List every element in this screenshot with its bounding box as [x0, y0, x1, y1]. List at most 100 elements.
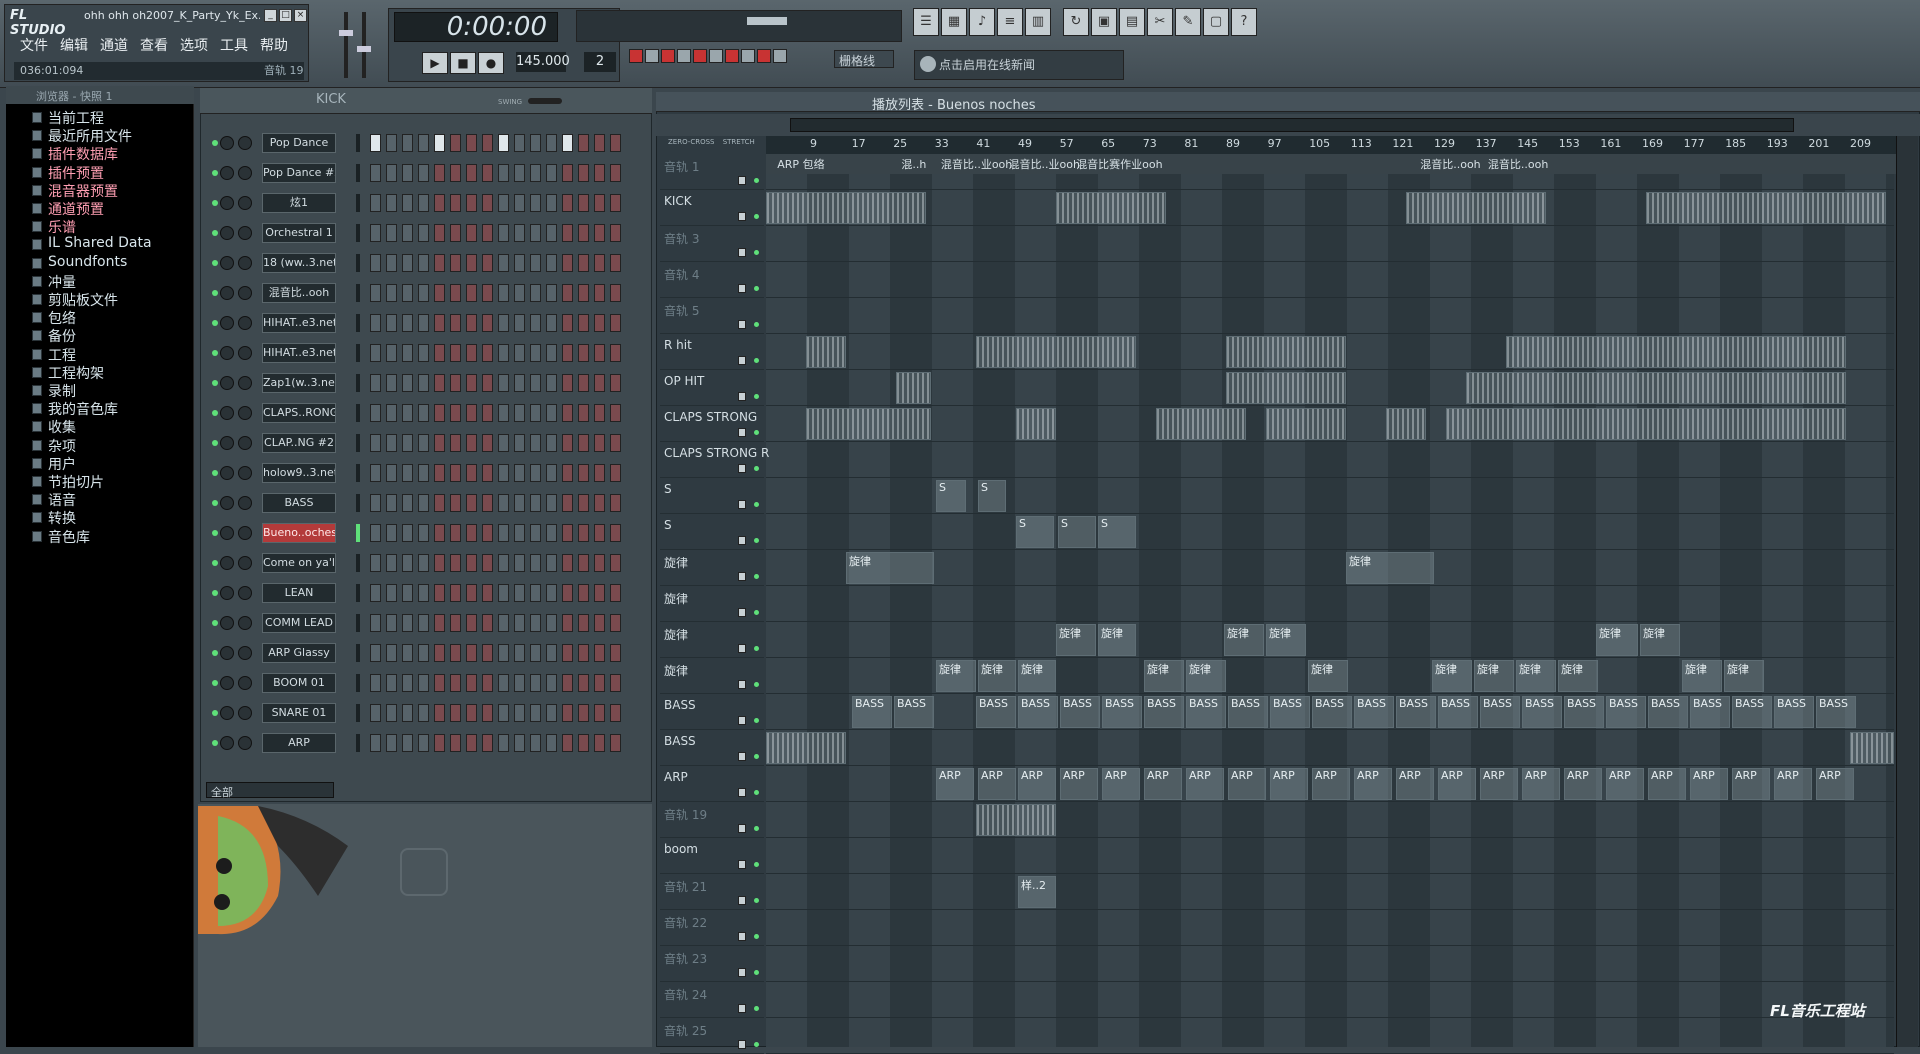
channel-pan-knob[interactable]: [220, 256, 234, 270]
step-button[interactable]: [610, 704, 621, 722]
step-button[interactable]: [562, 254, 573, 272]
step-button[interactable]: [498, 434, 509, 452]
step-button[interactable]: [562, 164, 573, 182]
lock-icon[interactable]: [738, 824, 746, 833]
channel-volume-knob[interactable]: [238, 436, 252, 450]
step-button[interactable]: [434, 704, 445, 722]
pattern-clip[interactable]: 旋律: [936, 660, 976, 692]
step-button[interactable]: [466, 374, 477, 392]
step-button[interactable]: [562, 614, 573, 632]
channel-mute-led[interactable]: [212, 140, 218, 146]
browser-icon[interactable]: ≡: [997, 8, 1023, 36]
step-button[interactable]: [482, 374, 493, 392]
step-button[interactable]: [562, 524, 573, 542]
pattern-clip[interactable]: [976, 804, 1056, 836]
pattern-clip[interactable]: BASS: [1060, 696, 1100, 728]
step-button[interactable]: [466, 194, 477, 212]
pattern-clip[interactable]: 旋律: [1724, 660, 1764, 692]
step-button[interactable]: [386, 434, 397, 452]
pattern-clip[interactable]: [1056, 192, 1166, 224]
step-button[interactable]: [482, 434, 493, 452]
channel-pan-knob[interactable]: [220, 466, 234, 480]
pattern-clip[interactable]: ARP: [978, 768, 1016, 800]
mode-toggle-icon[interactable]: [677, 49, 691, 63]
track-header[interactable]: BASS: [660, 694, 764, 730]
snap-select[interactable]: 栅格线: [834, 50, 894, 68]
step-button[interactable]: [514, 614, 525, 632]
channel-pan-knob[interactable]: [220, 646, 234, 660]
step-button[interactable]: [434, 164, 445, 182]
mixer-icon[interactable]: ▥: [1025, 8, 1051, 36]
browser-item[interactable]: 音色库: [12, 527, 192, 547]
step-button[interactable]: [514, 284, 525, 302]
step-button[interactable]: [546, 284, 557, 302]
channel-row[interactable]: HIHAT..e3.net): [208, 342, 648, 366]
channel-select-bar[interactable]: [356, 404, 360, 422]
browser-item[interactable]: 包络: [12, 308, 192, 328]
step-button[interactable]: [578, 734, 589, 752]
step-button[interactable]: [370, 164, 381, 182]
lock-icon[interactable]: [738, 860, 746, 869]
channel-row[interactable]: SNARE 01: [208, 702, 648, 726]
channel-pan-knob[interactable]: [220, 616, 234, 630]
pattern-clip[interactable]: BASS: [1102, 696, 1142, 728]
channel-mute-led[interactable]: [212, 590, 218, 596]
step-button[interactable]: [450, 404, 461, 422]
step-button[interactable]: [546, 524, 557, 542]
pattern-clip[interactable]: [1386, 408, 1426, 440]
track-enable-led[interactable]: [754, 754, 759, 759]
step-button[interactable]: [610, 194, 621, 212]
lock-icon[interactable]: [738, 428, 746, 437]
track-lane[interactable]: [766, 190, 1894, 226]
track-enable-led[interactable]: [754, 502, 759, 507]
step-button[interactable]: [434, 494, 445, 512]
channel-select-bar[interactable]: [356, 554, 360, 572]
step-button[interactable]: [610, 314, 621, 332]
track-lane[interactable]: [766, 838, 1894, 874]
step-button[interactable]: [482, 704, 493, 722]
step-button[interactable]: [434, 434, 445, 452]
step-button[interactable]: [498, 284, 509, 302]
step-button[interactable]: [530, 254, 541, 272]
step-button[interactable]: [370, 554, 381, 572]
step-button[interactable]: [450, 554, 461, 572]
step-button[interactable]: [386, 404, 397, 422]
step-button[interactable]: [482, 224, 493, 242]
step-button[interactable]: [418, 224, 429, 242]
step-button[interactable]: [514, 464, 525, 482]
channel-row[interactable]: Come on ya'll: [208, 552, 648, 576]
channel-row[interactable]: HIHAT..e3.net): [208, 312, 648, 336]
stop-button[interactable]: ■: [450, 52, 476, 74]
step-button[interactable]: [514, 164, 525, 182]
browser-item[interactable]: 乐谱: [12, 217, 192, 237]
step-button[interactable]: [610, 584, 621, 602]
step-button[interactable]: [498, 134, 509, 152]
browser-item[interactable]: 节拍切片: [12, 472, 192, 492]
step-button[interactable]: [610, 644, 621, 662]
track-lane[interactable]: [766, 262, 1894, 298]
step-button[interactable]: [562, 674, 573, 692]
pattern-clip[interactable]: 旋律: [1346, 552, 1434, 584]
menu-item[interactable]: 编辑: [54, 33, 94, 57]
play-button[interactable]: ▶: [422, 52, 448, 74]
pattern-clip[interactable]: BASS: [1186, 696, 1226, 728]
step-button[interactable]: [482, 734, 493, 752]
undo-icon[interactable]: ↻: [1063, 8, 1089, 36]
step-button[interactable]: [498, 734, 509, 752]
step-button[interactable]: [466, 434, 477, 452]
step-button[interactable]: [594, 284, 605, 302]
channel-row[interactable]: BASS: [208, 492, 648, 516]
channel-mute-led[interactable]: [212, 470, 218, 476]
step-button[interactable]: [418, 644, 429, 662]
pattern-clip[interactable]: 旋律: [846, 552, 934, 584]
lock-icon[interactable]: [738, 1040, 746, 1049]
step-button[interactable]: [498, 194, 509, 212]
browser-item[interactable]: 最近所用文件: [12, 126, 192, 146]
track-header[interactable]: 音轨 3: [660, 226, 764, 262]
pattern-clip[interactable]: BASS: [1606, 696, 1646, 728]
channel-mute-led[interactable]: [212, 680, 218, 686]
step-button[interactable]: [562, 704, 573, 722]
step-button[interactable]: [498, 164, 509, 182]
step-button[interactable]: [386, 644, 397, 662]
step-button[interactable]: [386, 164, 397, 182]
